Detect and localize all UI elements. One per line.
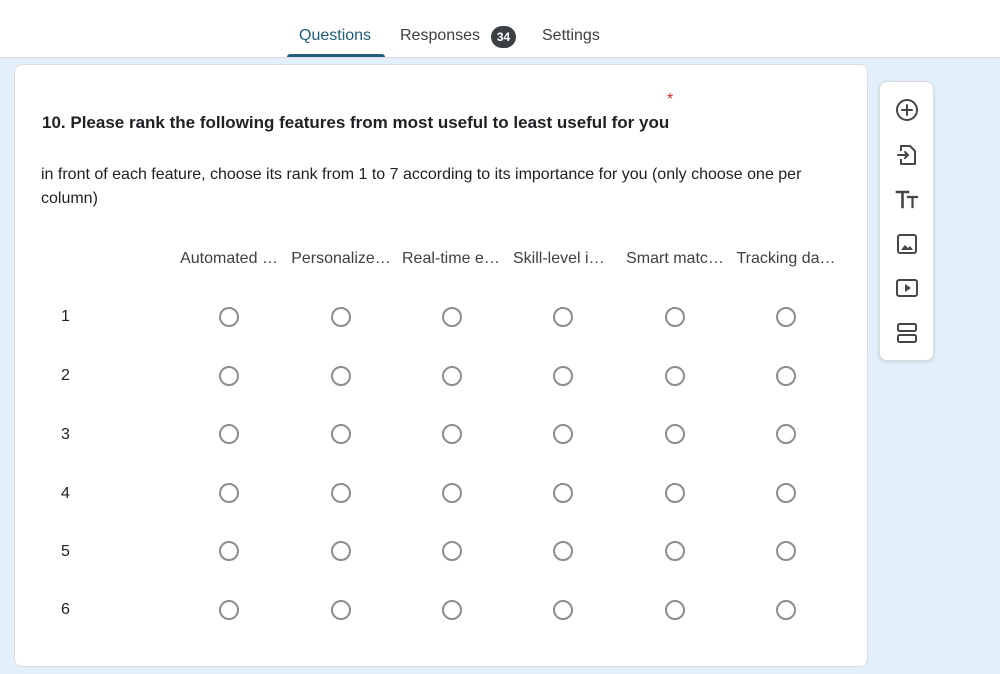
radio-button[interactable] [331, 307, 351, 327]
grid-row-label: 1 [61, 308, 70, 325]
add-question-button[interactable] [894, 97, 920, 123]
video-icon [896, 279, 918, 297]
radio-button[interactable] [219, 541, 239, 561]
add-title-button[interactable] [894, 186, 920, 212]
radio-button[interactable] [219, 600, 239, 620]
radio-button[interactable] [442, 307, 462, 327]
radio-button[interactable] [665, 307, 685, 327]
radio-button[interactable] [331, 424, 351, 444]
import-icon [897, 145, 916, 165]
radio-button[interactable] [553, 483, 573, 503]
question-description: in front of each feature, choose its ran… [41, 166, 802, 207]
radio-button[interactable] [219, 483, 239, 503]
floating-toolbar [879, 81, 934, 361]
question-title: 10. Please rank the following features f… [42, 113, 670, 132]
active-tab-indicator [287, 54, 385, 57]
section-icon [897, 323, 917, 343]
radio-button[interactable] [442, 366, 462, 386]
radio-button[interactable] [442, 424, 462, 444]
radio-button[interactable] [665, 600, 685, 620]
tab-questions[interactable]: Questions [299, 27, 371, 45]
add-video-button[interactable] [894, 275, 920, 301]
grid-column-header: Skill-level in… [513, 250, 613, 267]
radio-button[interactable] [665, 424, 685, 444]
add-circle-icon [896, 99, 918, 121]
radio-button[interactable] [776, 541, 796, 561]
radio-button[interactable] [776, 307, 796, 327]
radio-button[interactable] [331, 600, 351, 620]
radio-button[interactable] [442, 600, 462, 620]
tab-responses[interactable]: Responses [400, 27, 480, 45]
radio-button[interactable] [331, 541, 351, 561]
grid-column-header: Personalize… [291, 250, 391, 267]
radio-button[interactable] [442, 483, 462, 503]
grid-column-header: Automated … [180, 250, 278, 267]
radio-button[interactable] [219, 366, 239, 386]
radio-button[interactable] [665, 541, 685, 561]
grid-row-label: 4 [61, 485, 70, 502]
radio-button[interactable] [553, 424, 573, 444]
required-asterisk: * [667, 91, 674, 108]
grid-row-label: 3 [61, 426, 70, 443]
import-questions-button[interactable] [894, 142, 920, 168]
radio-button[interactable] [553, 366, 573, 386]
top-tab-bar: Questions Responses 34 Settings [0, 0, 1000, 58]
radio-button[interactable] [331, 366, 351, 386]
image-icon [897, 234, 917, 254]
title-text-icon [895, 190, 919, 209]
grid-column-header: Tracking da… [736, 250, 836, 267]
radio-button[interactable] [219, 307, 239, 327]
grid-column-header: Smart matc… [626, 250, 724, 267]
radio-button[interactable] [665, 483, 685, 503]
radio-button[interactable] [553, 307, 573, 327]
grid-row-label: 6 [61, 601, 70, 618]
add-image-button[interactable] [894, 231, 920, 257]
radio-button[interactable] [553, 600, 573, 620]
grid-row-label: 5 [61, 543, 70, 560]
question-card[interactable]: 10. Please rank the following features f… [14, 64, 868, 667]
radio-button[interactable] [553, 541, 573, 561]
radio-button[interactable] [442, 541, 462, 561]
tab-settings[interactable]: Settings [542, 27, 600, 45]
radio-button[interactable] [776, 366, 796, 386]
radio-button[interactable] [331, 483, 351, 503]
grid-column-header: Real-time ex… [402, 250, 502, 267]
radio-button[interactable] [776, 483, 796, 503]
radio-button[interactable] [665, 366, 685, 386]
radio-button[interactable] [219, 424, 239, 444]
responses-count-badge: 34 [491, 26, 516, 48]
grid-row-label: 2 [61, 367, 70, 384]
radio-button[interactable] [776, 600, 796, 620]
add-section-button[interactable] [894, 320, 920, 346]
radio-button[interactable] [776, 424, 796, 444]
